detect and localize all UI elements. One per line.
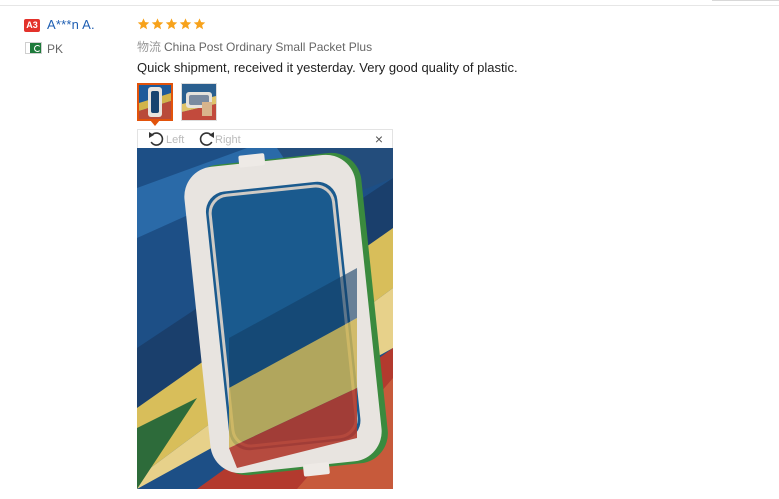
rotate-right-button[interactable]: Right xyxy=(196,131,241,148)
reviewer-name[interactable]: A***n A. xyxy=(47,17,95,32)
star-rating xyxy=(137,17,206,33)
user-level-badge: A3 xyxy=(24,19,40,32)
star-icon xyxy=(137,18,150,30)
shipping-info: 物流 China Post Ordinary Small Packet Plus xyxy=(137,38,372,55)
star-icon xyxy=(151,18,164,30)
image-viewer-toolbar: Left Right × xyxy=(137,129,393,148)
top-divider xyxy=(0,5,779,6)
top-divider-right xyxy=(712,0,779,1)
rotate-right-label: Right xyxy=(215,133,241,146)
star-icon xyxy=(165,18,178,30)
star-icon xyxy=(179,18,192,30)
shipping-method: China Post Ordinary Small Packet Plus xyxy=(164,40,373,54)
rotate-right-icon xyxy=(199,132,214,146)
review-photo-large[interactable] xyxy=(137,148,393,489)
flag-pk-icon xyxy=(25,42,42,54)
review-thumbnail-2[interactable] xyxy=(181,83,217,121)
review-text: Quick shipment, received it yesterday. V… xyxy=(137,60,518,75)
review-photo-image xyxy=(137,148,393,489)
shipping-prefix: 物流 xyxy=(137,40,162,54)
star-icon xyxy=(193,18,206,30)
country-code: PK xyxy=(47,42,64,56)
review-thumbnail-1[interactable] xyxy=(137,83,173,121)
close-viewer-button[interactable]: × xyxy=(375,132,383,146)
rotate-left-icon xyxy=(149,132,164,146)
thumbnail-1-image xyxy=(139,85,171,119)
rotate-left-button[interactable]: Left xyxy=(147,131,184,148)
selected-thumbnail-pointer xyxy=(150,120,160,126)
rotate-left-label: Left xyxy=(166,133,185,146)
thumbnail-2-image xyxy=(182,84,216,120)
